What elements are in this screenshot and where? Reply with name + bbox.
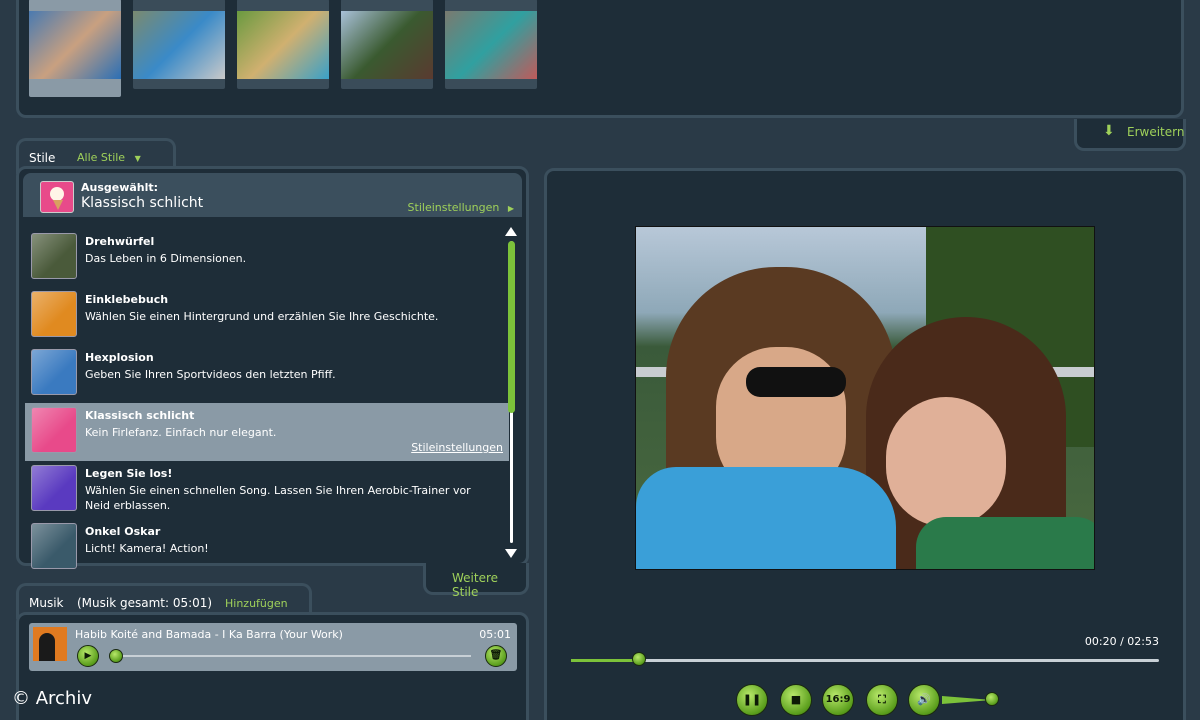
thumbnail[interactable]: [237, 0, 329, 89]
style-item[interactable]: Drehwürfel Das Leben in 6 Dimensionen.: [25, 229, 509, 287]
style-item-desc: Wählen Sie einen Hintergrund und erzähle…: [85, 310, 439, 323]
thumbnail[interactable]: [445, 0, 537, 89]
thumbnail-photo: [341, 11, 433, 79]
track-progress-knob[interactable]: [109, 649, 123, 663]
arrow-down-icon: ⬇: [1103, 123, 1115, 139]
track-duration: 05:01: [479, 628, 511, 641]
disco-icon: [31, 465, 77, 511]
thumbnail[interactable]: [29, 0, 121, 97]
style-filter-label: Alle Stile: [77, 151, 126, 164]
style-item-settings-link[interactable]: Stileinstellungen: [411, 441, 503, 454]
scroll-up-arrow[interactable]: [505, 227, 517, 236]
style-item-desc: Das Leben in 6 Dimensionen.: [85, 252, 247, 265]
cube-icon: [31, 233, 77, 279]
style-item-name: Einklebebuch: [85, 293, 169, 306]
fullscreen-icon: ⛶: [878, 693, 886, 706]
style-item-desc: Kein Firlefanz. Einfach nur elegant.: [85, 426, 277, 439]
playback-time: 00:20 / 02:53: [1084, 635, 1159, 648]
add-music-link[interactable]: Hinzufügen: [225, 597, 288, 610]
scrapbook-icon: [31, 291, 77, 337]
style-item-desc: Licht! Kamera! Action!: [85, 542, 209, 555]
thumbnail-photo: [133, 11, 225, 79]
timeline-track[interactable]: [571, 659, 1159, 662]
trash-icon[interactable]: 🗑: [485, 645, 507, 667]
music-panel: Habib Koité and Bamada - I Ka Barra (You…: [16, 612, 529, 720]
thumbnail[interactable]: [133, 0, 225, 89]
preview-image: [635, 226, 1095, 570]
scrollbar-thumb[interactable]: [508, 241, 515, 413]
expand-label: Erweitern: [1127, 125, 1185, 139]
chevron-right-icon: ▶: [507, 204, 514, 213]
style-item[interactable]: Hexplosion Geben Sie Ihren Sportvideos de…: [25, 345, 509, 403]
track-title: Habib Koité and Bamada - I Ka Barra (You…: [75, 628, 343, 641]
track-progress-track[interactable]: [111, 655, 471, 657]
styles-panel: Ausgewählt: Klassisch schlicht Stileinst…: [16, 166, 529, 569]
music-total: (Musik gesamt: 05:01): [77, 596, 213, 610]
speaker-icon: 🔊: [917, 693, 931, 706]
film-countdown-icon: [31, 523, 77, 569]
expand-button[interactable]: ⬇ Erweitern: [1074, 119, 1186, 151]
style-item[interactable]: Klassisch schlicht Kein Firlefanz. Einfac…: [25, 403, 509, 461]
thumbnail-strip: [16, 0, 1184, 118]
style-item-desc: Geben Sie Ihren Sportvideos den letzten …: [85, 368, 336, 381]
stop-icon: ■: [790, 693, 802, 706]
selected-caption: Ausgewählt:: [81, 181, 159, 194]
pause-icon: ❚❚: [742, 693, 762, 706]
pause-button[interactable]: ❚❚: [736, 684, 768, 716]
music-track: Habib Koité and Bamada - I Ka Barra (You…: [29, 623, 517, 671]
timeline-fill: [571, 659, 639, 662]
thumbnail[interactable]: [341, 0, 433, 89]
stop-button[interactable]: ■: [780, 684, 812, 716]
more-styles-button[interactable]: Weitere Stile: [423, 563, 529, 599]
music-tab-label: Musik: [29, 596, 64, 610]
hexplosion-icon: [31, 349, 77, 395]
style-item-name: Onkel Oskar: [85, 525, 161, 538]
thumbnail-photo: [445, 11, 537, 79]
preview-panel: 00:20 / 02:53: [544, 168, 1186, 720]
styles-tab-label: Stile: [29, 151, 56, 165]
thumbnail-photo: [29, 11, 121, 79]
style-item[interactable]: Einklebebuch Wählen Sie einen Hintergrund…: [25, 287, 509, 345]
selected-style-name: Klassisch schlicht: [81, 195, 204, 211]
track-play-button[interactable]: ▶: [77, 645, 99, 667]
scroll-down-arrow[interactable]: [505, 549, 517, 558]
watermark: © Archiv: [12, 688, 92, 709]
selected-style-icon: [40, 181, 74, 213]
album-art: [33, 627, 67, 661]
volume-button[interactable]: 🔊: [908, 684, 940, 716]
ice-cream-icon: [31, 407, 77, 453]
style-item-desc: Wählen Sie einen schnellen Song. Lassen …: [85, 484, 471, 512]
style-item-name: Klassisch schlicht: [85, 409, 195, 422]
style-item-name: Drehwürfel: [85, 235, 155, 248]
selected-style-bar: Ausgewählt: Klassisch schlicht Stileinst…: [23, 173, 522, 217]
fullscreen-button[interactable]: ⛶: [866, 684, 898, 716]
triangle-down-icon: ▼: [134, 154, 141, 163]
aspect-ratio-button[interactable]: 16:9: [822, 684, 854, 716]
style-item-name: Hexplosion: [85, 351, 154, 364]
style-settings-link[interactable]: Stileinstellungen ▶: [408, 201, 514, 214]
style-item[interactable]: Legen Sie los! Wählen Sie einen schnellen…: [25, 461, 509, 519]
timeline-knob[interactable]: [631, 652, 646, 666]
style-item-name: Legen Sie los!: [85, 467, 173, 480]
thumbnail-photo: [237, 11, 329, 79]
style-filter-dropdown[interactable]: Alle Stile ▼: [77, 151, 141, 164]
